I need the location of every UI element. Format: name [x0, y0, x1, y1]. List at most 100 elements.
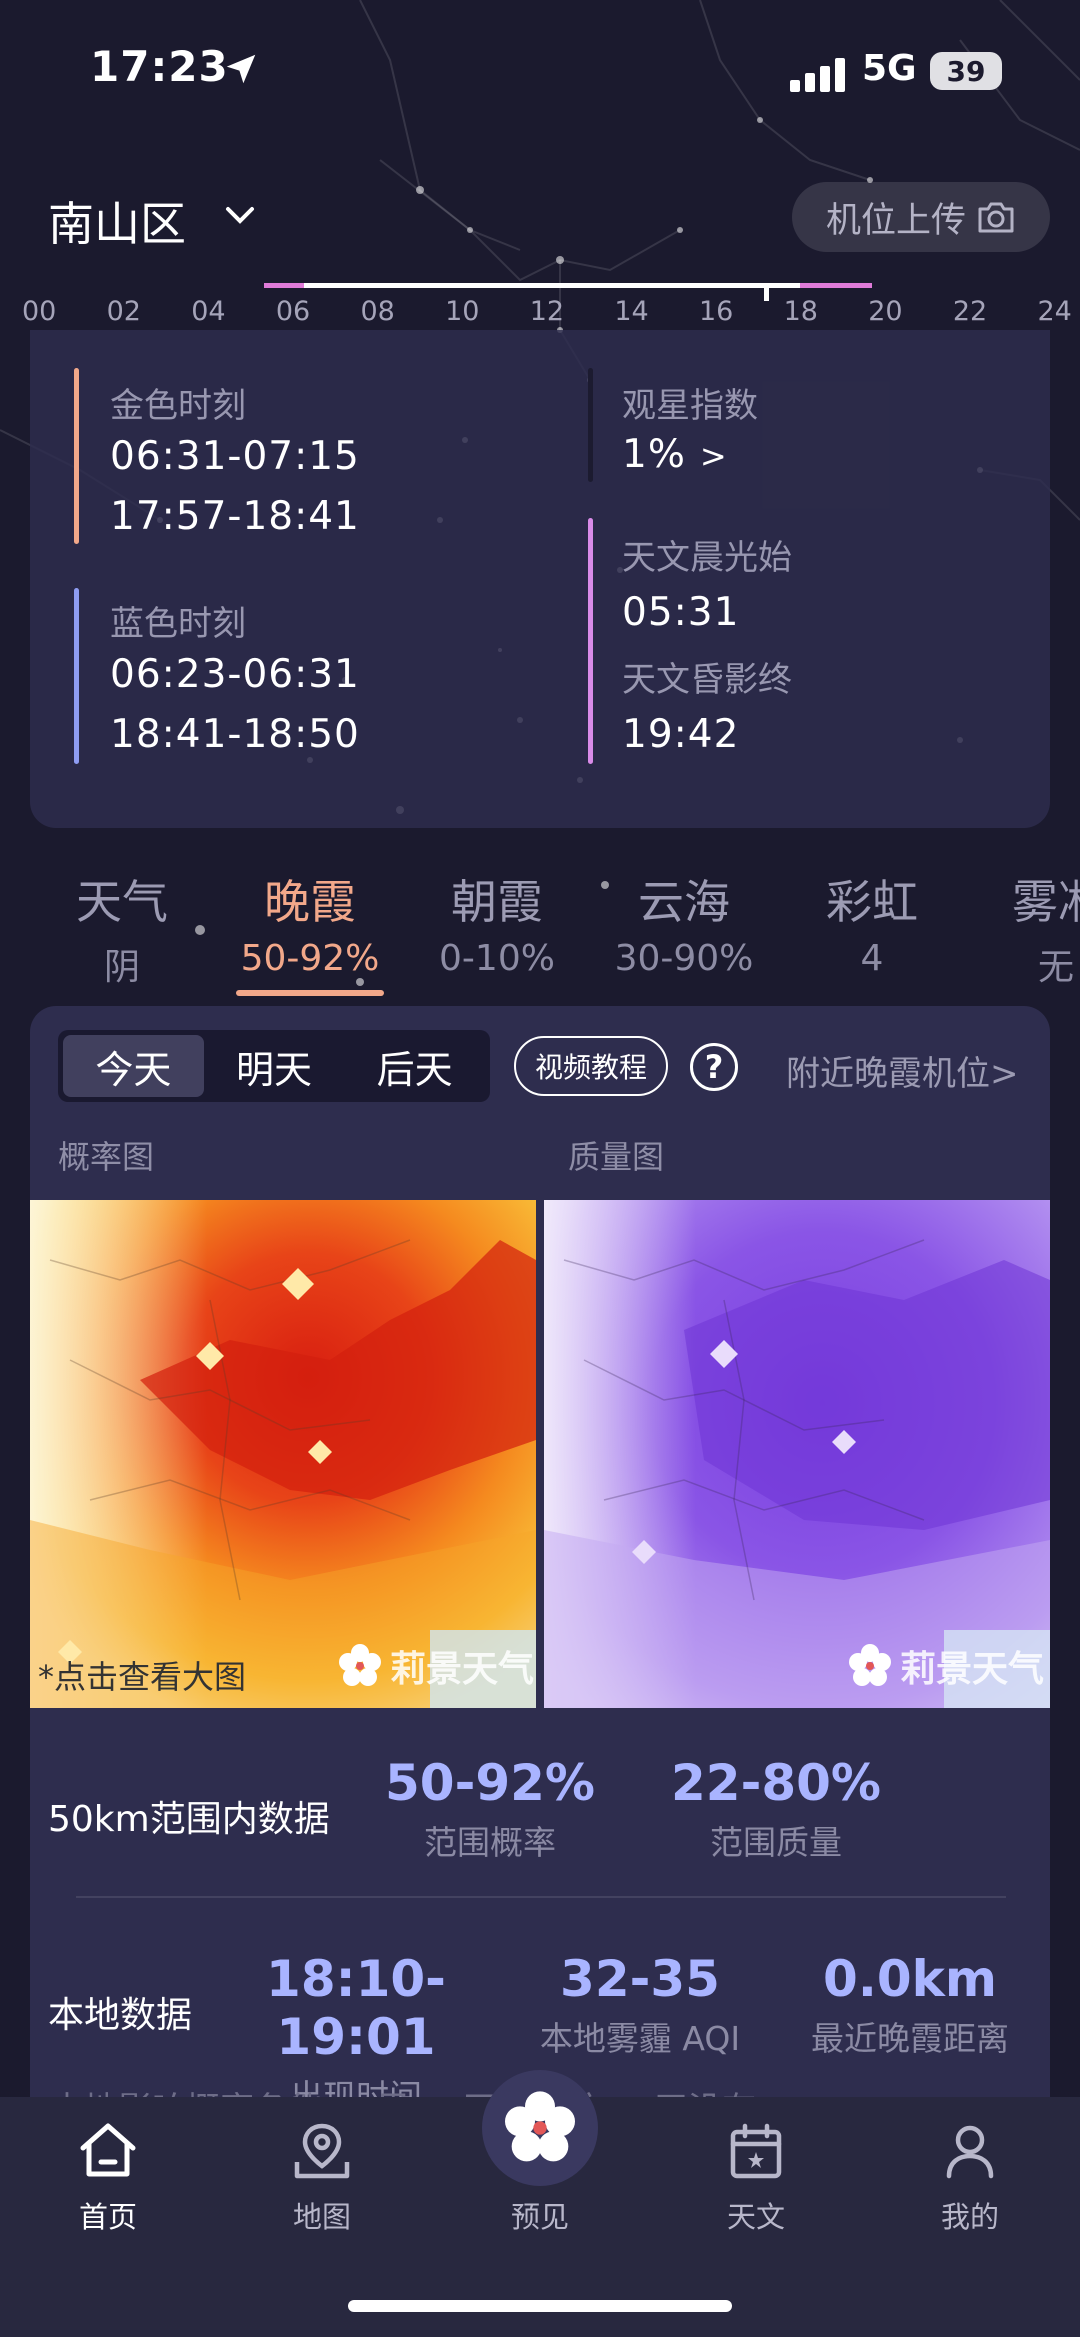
location-arrow-icon [226, 54, 256, 84]
nav-preview[interactable]: 预见 [460, 2194, 620, 2236]
range-probability: 50-92% 范围概率 [360, 1754, 620, 1864]
local-distance-caption: 最近晚霞距离 [811, 2019, 1009, 2058]
plum-blossom-icon [339, 1644, 381, 1686]
hour-label: 10 [445, 296, 480, 327]
range-stats-label: 50km范围内数据 [48, 1799, 330, 1840]
tab-sea-of-clouds[interactable]: 云海 30-90% [584, 866, 784, 979]
video-tutorial-button[interactable]: 视频教程 [514, 1036, 668, 1096]
tab-label: 雾凇 [1012, 875, 1080, 929]
hour-label: 24 [1037, 296, 1072, 327]
timeline-track[interactable] [264, 283, 872, 288]
nav-label: 天文 [726, 2200, 785, 2234]
local-distance-value: 0.0km [823, 1950, 997, 2008]
plum-blossom-icon [849, 1644, 891, 1686]
timeline-morning-segment [264, 283, 304, 288]
nav-astronomy[interactable]: 天文 [676, 2118, 836, 2236]
upload-spot-button[interactable]: 机位上传 [792, 182, 1050, 252]
nearby-spots-link[interactable]: 附近晚霞机位> [786, 1046, 1019, 1095]
stargazing-index[interactable]: 1% > [622, 432, 727, 477]
day-today-button[interactable]: 今天 [63, 1035, 204, 1097]
location-selector[interactable]: 南山区 [48, 188, 186, 254]
tab-value: 50-92% [240, 938, 380, 979]
chevron-down-icon[interactable] [222, 200, 258, 230]
nav-profile[interactable]: 我的 [890, 2118, 1050, 2236]
range-quality-value: 22-80% [670, 1754, 881, 1812]
tab-label: 云海 [638, 875, 730, 929]
help-icon[interactable]: ? [690, 1043, 738, 1091]
hour-label: 22 [952, 296, 988, 327]
nav-label: 首页 [78, 2200, 137, 2234]
blue-hour-morning: 06:23-06:31 [110, 652, 360, 697]
tab-value: 4 [860, 938, 884, 979]
nearby-spots-label: 附近晚霞机位 [786, 1054, 990, 1094]
tab-rainbow[interactable]: 彩虹 4 [772, 866, 972, 979]
probability-heatmap [30, 1200, 536, 1708]
tab-label: 朝霞 [451, 875, 543, 929]
local-stats-label: 本地数据 [48, 1995, 193, 2036]
day-after-tomorrow-button[interactable]: 后天 [344, 1035, 485, 1097]
quality-map-title: 质量图 [568, 1138, 665, 1176]
blue-hour-label: 蓝色时刻 [110, 604, 246, 644]
probability-map[interactable] [30, 1200, 536, 1708]
hour-label: 18 [783, 296, 818, 327]
user-icon [946, 2125, 994, 2179]
local-aqi-value: 32-35 [560, 1950, 720, 2008]
nav-map[interactable]: 地图 [242, 2118, 402, 2236]
tab-label: 天气 [76, 875, 168, 929]
map-hint: *点击查看大图 [38, 1658, 247, 1696]
nav-preview-button[interactable] [482, 2070, 598, 2186]
camera-icon [978, 202, 1014, 233]
golden-hour-morning: 06:31-07:15 [110, 434, 360, 479]
astro-dusk-label: 天文昏影终 [622, 660, 792, 700]
chevron-right-icon: > [990, 1054, 1019, 1094]
section-divider [76, 1896, 1006, 1898]
tab-value: 无 [1038, 947, 1075, 988]
hour-label: 14 [614, 296, 649, 327]
quality-heatmap [544, 1200, 1050, 1708]
range-quality: 22-80% 范围质量 [646, 1754, 906, 1864]
golden-hour-evening: 17:57-18:41 [110, 494, 360, 539]
battery-indicator: 39 [930, 52, 1002, 90]
hour-label: 04 [191, 296, 226, 327]
stargazing-label: 观星指数 [622, 386, 758, 426]
probability-map-title: 概率图 [58, 1138, 155, 1176]
timeline-hours: 00 02 04 06 08 10 12 14 16 18 20 22 24 [22, 296, 1072, 327]
nav-home[interactable]: 首页 [28, 2118, 188, 2236]
nav-label: 地图 [292, 2200, 351, 2234]
active-tab-indicator [236, 990, 384, 996]
quality-map-watermark: 莉景天气 [846, 1640, 1044, 1692]
quality-map[interactable] [544, 1200, 1050, 1708]
astro-twilight-bar [588, 518, 593, 764]
probability-map-watermark: 莉景天气 [336, 1640, 534, 1692]
tab-value: 阴 [103, 947, 140, 988]
astro-dusk-value: 19:42 [622, 712, 740, 757]
hour-label: 12 [529, 296, 565, 327]
tab-sunset-glow[interactable]: 晚霞 50-92% [210, 866, 410, 979]
tab-rime[interactable]: 雾凇 无 [1012, 866, 1080, 990]
local-time-value: 18:10-19:01 [266, 1950, 446, 2066]
status-time: 17:23 [90, 42, 229, 91]
home-indicator [348, 2300, 732, 2312]
stargazing-bar [588, 368, 593, 482]
network-type: 5G [862, 48, 917, 89]
golden-hour-label: 金色时刻 [110, 386, 246, 426]
watermark-text: 莉景天气 [390, 1649, 535, 1690]
astro-dawn-label: 天文晨光始 [622, 538, 792, 578]
hour-label: 00 [22, 296, 57, 327]
tab-value: 0-10% [439, 938, 555, 979]
stargazing-value: 1% [622, 432, 686, 477]
tab-label: 晚霞 [264, 875, 356, 929]
tab-weather[interactable]: 天气 阴 [22, 866, 222, 990]
day-tomorrow-button[interactable]: 明天 [204, 1035, 345, 1097]
local-distance: 0.0km 最近晚霞距离 [792, 1950, 1028, 2060]
map-pin-icon [294, 2123, 350, 2179]
blue-hour-bar [74, 588, 79, 764]
hour-label: 16 [699, 296, 734, 327]
astro-dawn-value: 05:31 [622, 590, 740, 635]
watermark-text: 莉景天气 [900, 1649, 1045, 1690]
golden-hour-bar [74, 368, 79, 544]
day-selector: 今天 明天 后天 [58, 1030, 490, 1102]
tab-sunrise-glow[interactable]: 朝霞 0-10% [397, 866, 597, 979]
range-probability-caption: 范围概率 [424, 1823, 556, 1862]
hour-label: 06 [275, 296, 311, 327]
